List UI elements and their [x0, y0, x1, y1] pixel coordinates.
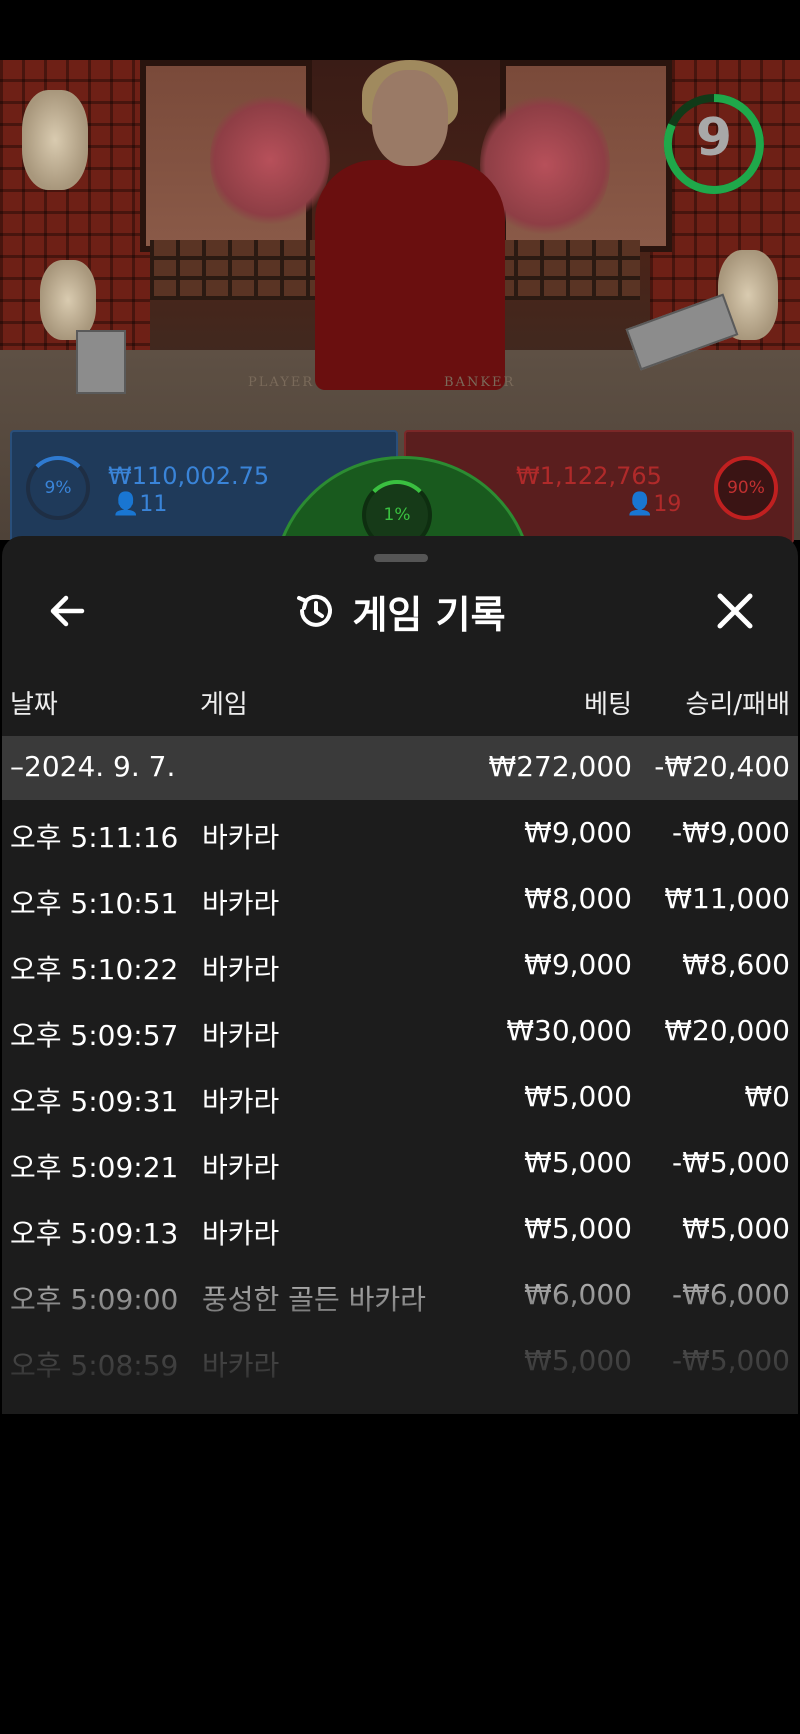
column-header-date: 날짜: [10, 690, 58, 720]
row-result: -₩9,000: [672, 816, 790, 849]
card-stack: [76, 330, 126, 394]
row-game: 바카라: [202, 1019, 280, 1052]
row-result: -₩5,000: [672, 1146, 790, 1179]
history-row[interactable]: 오후 5:09:57 바카라 ₩30,000 ₩20,000: [2, 998, 798, 1064]
column-header-result: 승리/패배: [685, 690, 790, 720]
person-icon: 👤: [626, 492, 654, 517]
row-time: 오후 5:10:22: [10, 953, 179, 986]
person-icon: 👤: [112, 492, 140, 517]
row-time: 오후 5:10:51: [10, 887, 179, 920]
history-row[interactable]: 오후 5:11:16 바카라 ₩9,000 -₩9,000: [2, 800, 798, 866]
player-percent-ring: 9%: [26, 456, 90, 520]
dealer: [315, 160, 505, 390]
sheet-header: 게임 기록: [2, 586, 798, 637]
group-bet-total: ₩272,000: [488, 750, 632, 783]
row-game: 풍성한 골든 바카라: [202, 1283, 426, 1316]
row-game: 바카라: [202, 1085, 280, 1118]
blossom-tree-left: [210, 90, 330, 230]
row-result: ₩11,000: [664, 882, 790, 915]
history-row[interactable]: 오후 5:09:13 바카라 ₩5,000 ₩5,000: [2, 1196, 798, 1262]
history-row[interactable]: 오후 5:09:00 풍성한 골든 바카라 ₩6,000 -₩6,000: [2, 1262, 798, 1328]
row-result: ₩5,000: [682, 1212, 790, 1245]
row-bet: ₩6,000: [524, 1278, 632, 1311]
player-total-amount: ₩110,002.75: [108, 462, 270, 490]
row-bet: ₩5,000: [524, 1212, 632, 1245]
row-time: 오후 5:11:16: [10, 821, 179, 854]
row-game: 바카라: [202, 887, 280, 920]
row-result: ₩8,600: [682, 948, 790, 981]
row-time: 오후 5:09:57: [10, 1019, 179, 1052]
player-bettor-count: 👤11: [112, 492, 168, 517]
column-header-game: 게임: [200, 690, 248, 720]
row-game: 바카라: [202, 1349, 280, 1382]
countdown-timer-value: 9: [695, 108, 733, 168]
row-bet: ₩5,000: [524, 1080, 632, 1113]
row-game: 바카라: [202, 821, 280, 854]
row-game: 바카라: [202, 1217, 280, 1250]
group-result-total: -₩20,400: [654, 750, 790, 783]
row-bet: ₩5,000: [524, 1344, 632, 1377]
dealer-face: [372, 70, 448, 166]
row-time: 오후 5:09:13: [10, 1217, 179, 1250]
history-row[interactable]: 오후 5:09:21 바카라 ₩5,000 -₩5,000: [2, 1130, 798, 1196]
banker-bettor-count: 👤19: [626, 492, 682, 517]
sheet-drag-handle[interactable]: [374, 554, 428, 562]
history-row[interactable]: 오후 5:09:31 바카라 ₩5,000 ₩0: [2, 1064, 798, 1130]
row-time: 오후 5:08:59: [10, 1349, 179, 1382]
row-bet: ₩30,000: [506, 1014, 632, 1047]
table-label-banker: BANKER: [444, 375, 516, 390]
row-time: 오후 5:09:31: [10, 1085, 179, 1118]
row-result: -₩6,000: [672, 1278, 790, 1311]
row-bet: ₩9,000: [524, 948, 632, 981]
group-date: –2024. 9. 7.: [10, 750, 176, 783]
history-row[interactable]: 오후 5:08:59 바카라 ₩5,000 -₩5,000: [2, 1328, 798, 1394]
column-header-bet: 베팅: [584, 690, 632, 720]
table-label-player: PLAYER: [248, 375, 315, 390]
banker-percent-ring: 90%: [714, 456, 778, 520]
row-bet: ₩9,000: [524, 816, 632, 849]
row-bet: ₩5,000: [524, 1146, 632, 1179]
close-button[interactable]: [710, 586, 760, 636]
row-result: ₩0: [744, 1080, 791, 1113]
game-history-sheet: 게임 기록 날짜 게임 베팅 승리/패배 –2024. 9. 7. ₩272,0…: [2, 536, 798, 1414]
row-result: ₩20,000: [664, 1014, 790, 1047]
row-game: 바카라: [202, 1151, 280, 1184]
history-icon: [297, 594, 333, 627]
date-group-row[interactable]: –2024. 9. 7. ₩272,000 -₩20,400: [2, 736, 798, 800]
banker-total-amount: ₩1,122,765: [516, 462, 662, 490]
sheet-title: 게임 기록: [352, 592, 506, 637]
history-row[interactable]: 오후 5:10:51 바카라 ₩8,000 ₩11,000: [2, 866, 798, 932]
row-time: 오후 5:09:21: [10, 1151, 179, 1184]
lantern-left: [22, 90, 88, 190]
row-result: -₩5,000: [672, 1344, 790, 1377]
close-icon: [717, 593, 753, 629]
row-game: 바카라: [202, 953, 280, 986]
history-row[interactable]: 오후 5:10:22 바카라 ₩9,000 ₩8,600: [2, 932, 798, 998]
lantern-left-lower: [40, 260, 96, 340]
row-time: 오후 5:09:00: [10, 1283, 179, 1316]
row-bet: ₩8,000: [524, 882, 632, 915]
